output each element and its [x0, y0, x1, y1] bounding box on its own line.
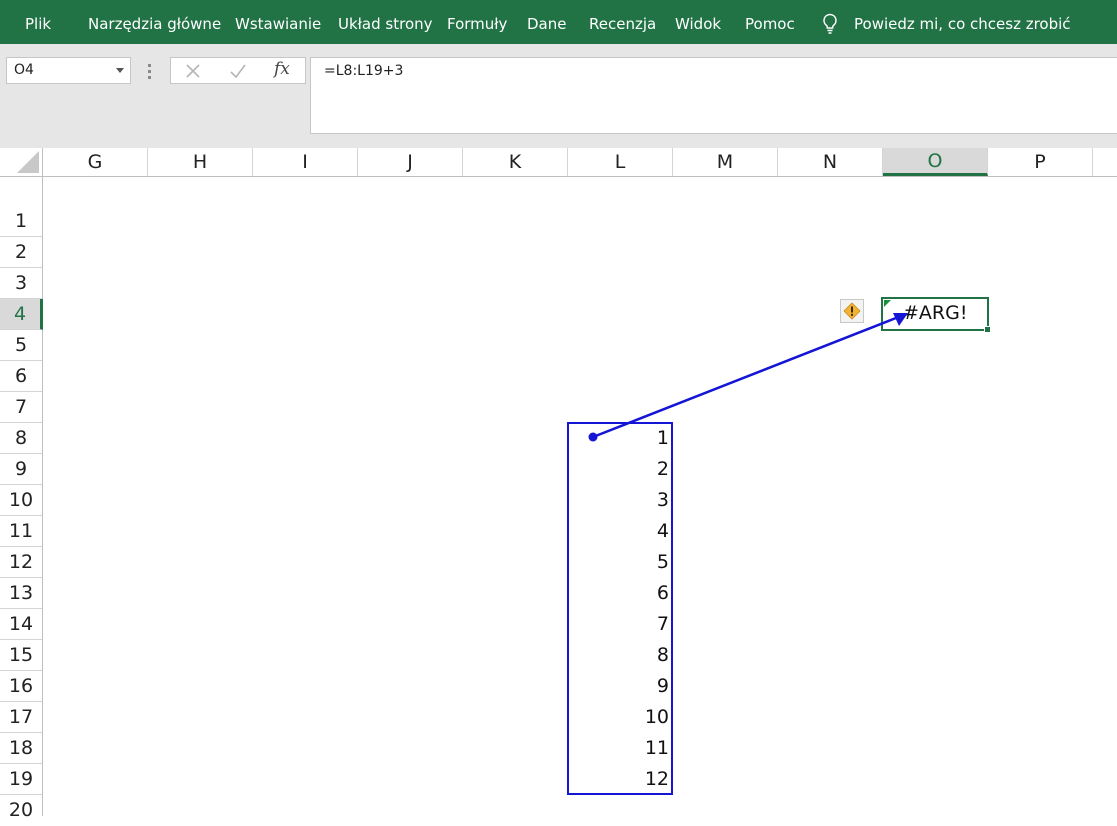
cell-o4-value: #ARG! [903, 302, 968, 324]
row-header-2[interactable]: 2 [0, 237, 42, 268]
row-header-10[interactable]: 10 [0, 485, 42, 516]
row-header-4[interactable]: 4 [0, 299, 43, 330]
cancel-icon[interactable] [184, 62, 202, 80]
row-header-9[interactable]: 9 [0, 454, 42, 485]
row-header-column: 1 2 3 4 5 6 7 8 9 10 11 12 13 14 15 16 1… [0, 177, 43, 821]
column-header-o[interactable]: O [883, 148, 988, 176]
tab-page-layout[interactable]: Układ strony [338, 0, 433, 44]
column-header-row: G H I J K L M N O P [0, 148, 1117, 177]
column-header-k[interactable]: K [463, 148, 568, 176]
row-header-5[interactable]: 5 [0, 330, 42, 361]
row-header-3[interactable]: 3 [0, 268, 42, 299]
row-header-19[interactable]: 19 [0, 764, 42, 795]
formula-input[interactable]: =L8:L19+3 [310, 57, 1117, 134]
row-header-1[interactable]: 1 [0, 206, 42, 237]
name-box-value: O4 [14, 62, 34, 78]
tab-file[interactable]: Plik [25, 0, 51, 44]
column-header-j[interactable]: J [358, 148, 463, 176]
formula-bar-area: O4 fx =L8:L19+3 [0, 44, 1117, 148]
insert-function-icon[interactable]: fx [274, 59, 290, 79]
warning-diamond-icon [843, 302, 861, 320]
row-header-8[interactable]: 8 [0, 423, 42, 454]
column-header-m[interactable]: M [673, 148, 778, 176]
column-header-l[interactable]: L [568, 148, 673, 176]
row-header-20[interactable]: 20 [0, 795, 42, 826]
name-box[interactable]: O4 [6, 57, 131, 84]
column-header-i[interactable]: I [253, 148, 358, 176]
row-header-11[interactable]: 11 [0, 516, 42, 547]
tab-insert[interactable]: Wstawianie [235, 0, 321, 44]
tab-review[interactable]: Recenzja [589, 0, 656, 44]
row-header-14[interactable]: 14 [0, 609, 42, 640]
row-header-15[interactable]: 15 [0, 640, 42, 671]
tell-me-search[interactable]: Powiedz mi, co chcesz zrobić [854, 0, 1071, 44]
active-cell-o4[interactable]: #ARG! [881, 297, 991, 333]
tab-data[interactable]: Dane [527, 0, 566, 44]
column-header-n[interactable]: N [778, 148, 883, 176]
lightbulb-icon [823, 13, 837, 34]
row-header-6[interactable]: 6 [0, 361, 42, 392]
precedent-range-box [567, 422, 673, 795]
chevron-down-icon[interactable] [116, 68, 124, 73]
row-header-16[interactable]: 16 [0, 671, 42, 702]
column-header-p[interactable]: P [988, 148, 1093, 176]
select-all-button[interactable] [0, 148, 43, 176]
row-header-12[interactable]: 12 [0, 547, 42, 578]
row-header-17[interactable]: 17 [0, 702, 42, 733]
row-header-13[interactable]: 13 [0, 578, 42, 609]
grip-dots-icon[interactable] [148, 64, 151, 82]
tab-view[interactable]: Widok [675, 0, 721, 44]
error-warning-button[interactable] [840, 299, 864, 323]
row-header-7[interactable]: 7 [0, 392, 42, 423]
fill-handle[interactable] [984, 326, 991, 333]
column-header-g[interactable]: G [43, 148, 148, 176]
formula-buttons: fx [170, 57, 306, 84]
tab-help[interactable]: Pomoc [745, 0, 795, 44]
check-icon[interactable] [229, 62, 247, 80]
tab-formulas[interactable]: Formuły [447, 0, 507, 44]
tab-home[interactable]: Narzędzia główne [88, 0, 221, 44]
column-header-h[interactable]: H [148, 148, 253, 176]
error-indicator-triangle [884, 300, 891, 307]
row-header-18[interactable]: 18 [0, 733, 42, 764]
formula-text: =L8:L19+3 [324, 63, 404, 79]
ribbon-menu-bar: Plik Narzędzia główne Wstawianie Układ s… [0, 0, 1117, 44]
